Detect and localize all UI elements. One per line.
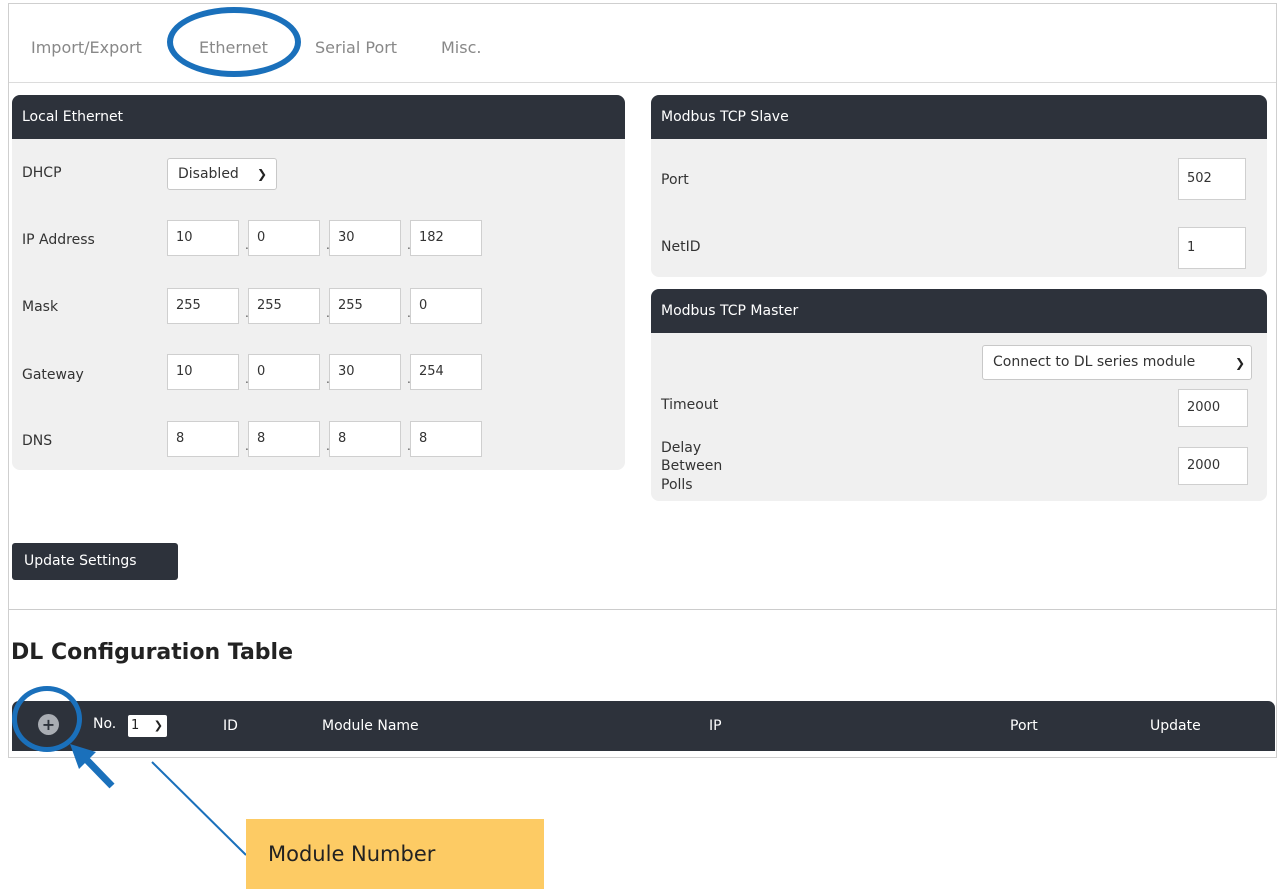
dhcp-label: DHCP	[22, 165, 62, 181]
mask-label: Mask	[22, 299, 59, 315]
module-number-callout: Module Number	[246, 819, 544, 889]
dns-label: DNS	[22, 433, 53, 449]
module-number-select[interactable]: 1 ❯	[128, 715, 167, 737]
column-update: Update	[1150, 718, 1201, 734]
delay-label-line-3: Polls	[661, 477, 693, 493]
ip-octet-1[interactable]: 10	[167, 220, 239, 256]
dns-octet-2[interactable]: 8	[248, 421, 320, 457]
update-settings-button[interactable]: Update Settings	[12, 543, 178, 580]
mask-octet-4[interactable]: 0	[410, 288, 482, 324]
slave-port-input[interactable]: 502	[1178, 158, 1246, 200]
column-ip: IP	[709, 718, 722, 734]
delay-label-line-2: Between	[661, 458, 723, 474]
dns-octet-3[interactable]: 8	[329, 421, 401, 457]
master-mode-value: Connect to DL series module	[993, 354, 1196, 370]
master-mode-select[interactable]: Connect to DL series module ❯	[982, 345, 1252, 380]
tab-serial-port[interactable]: Serial Port	[315, 38, 397, 57]
ip-octet-2[interactable]: 0	[248, 220, 320, 256]
no-label: No.	[93, 716, 117, 732]
modbus-tcp-slave-title: Modbus TCP Slave	[651, 95, 1267, 139]
timeout-label: Timeout	[661, 397, 719, 413]
settings-frame: Import/Export Ethernet Serial Port Misc.…	[8, 3, 1277, 758]
delay-input[interactable]: 2000	[1178, 447, 1248, 485]
dhcp-select-value: Disabled	[178, 166, 239, 182]
dns-octet-1[interactable]: 8	[167, 421, 239, 457]
column-id: ID	[223, 718, 238, 734]
timeout-input[interactable]: 2000	[1178, 389, 1248, 427]
chevron-down-icon: ❯	[153, 719, 163, 732]
gateway-octet-3[interactable]: 30	[329, 354, 401, 390]
arrow-shaft	[79, 752, 115, 789]
gateway-octet-1[interactable]: 10	[167, 354, 239, 390]
dns-octet-4[interactable]: 8	[410, 421, 482, 457]
gateway-octet-2[interactable]: 0	[248, 354, 320, 390]
delay-label-line-1: Delay	[661, 440, 702, 456]
chevron-down-icon: ❯	[256, 167, 267, 181]
module-number-highlight-ring	[12, 686, 82, 752]
ip-octet-3[interactable]: 30	[329, 220, 401, 256]
chevron-down-icon: ❯	[1234, 356, 1245, 370]
callout-leader-line	[151, 761, 247, 856]
gateway-label: Gateway	[22, 367, 84, 383]
modbus-tcp-master-title: Modbus TCP Master	[651, 289, 1267, 333]
tab-highlight-ring	[167, 7, 301, 77]
netid-input[interactable]: 1	[1178, 227, 1246, 269]
ip-octet-4[interactable]: 182	[410, 220, 482, 256]
module-number-value: 1	[131, 718, 140, 733]
column-port: Port	[1010, 718, 1038, 734]
mask-octet-3[interactable]: 255	[329, 288, 401, 324]
local-ethernet-title: Local Ethernet	[12, 95, 625, 139]
local-ethernet-panel: Local Ethernet DHCP Disabled ❯ IP Addres…	[12, 95, 625, 470]
modbus-tcp-slave-panel: Modbus TCP Slave Port 502 NetID 1	[651, 95, 1267, 277]
slave-port-label: Port	[661, 172, 689, 188]
column-module-name: Module Name	[322, 718, 419, 734]
dhcp-select[interactable]: Disabled ❯	[167, 158, 277, 190]
dl-table-header: + No. 1 ❯ ID Module Name IP Port Update	[12, 701, 1275, 751]
dl-configuration-table-title: DL Configuration Table	[11, 640, 293, 665]
tab-misc[interactable]: Misc.	[441, 38, 481, 57]
modbus-tcp-master-panel: Modbus TCP Master Connect to DL series m…	[651, 289, 1267, 501]
gateway-octet-4[interactable]: 254	[410, 354, 482, 390]
ip-address-label: IP Address	[22, 232, 95, 248]
tab-bar: Import/Export Ethernet Serial Port Misc.	[9, 4, 1276, 83]
tab-import-export[interactable]: Import/Export	[31, 38, 142, 57]
mask-octet-1[interactable]: 255	[167, 288, 239, 324]
mask-octet-2[interactable]: 255	[248, 288, 320, 324]
netid-label: NetID	[661, 239, 701, 255]
section-divider	[9, 609, 1276, 610]
